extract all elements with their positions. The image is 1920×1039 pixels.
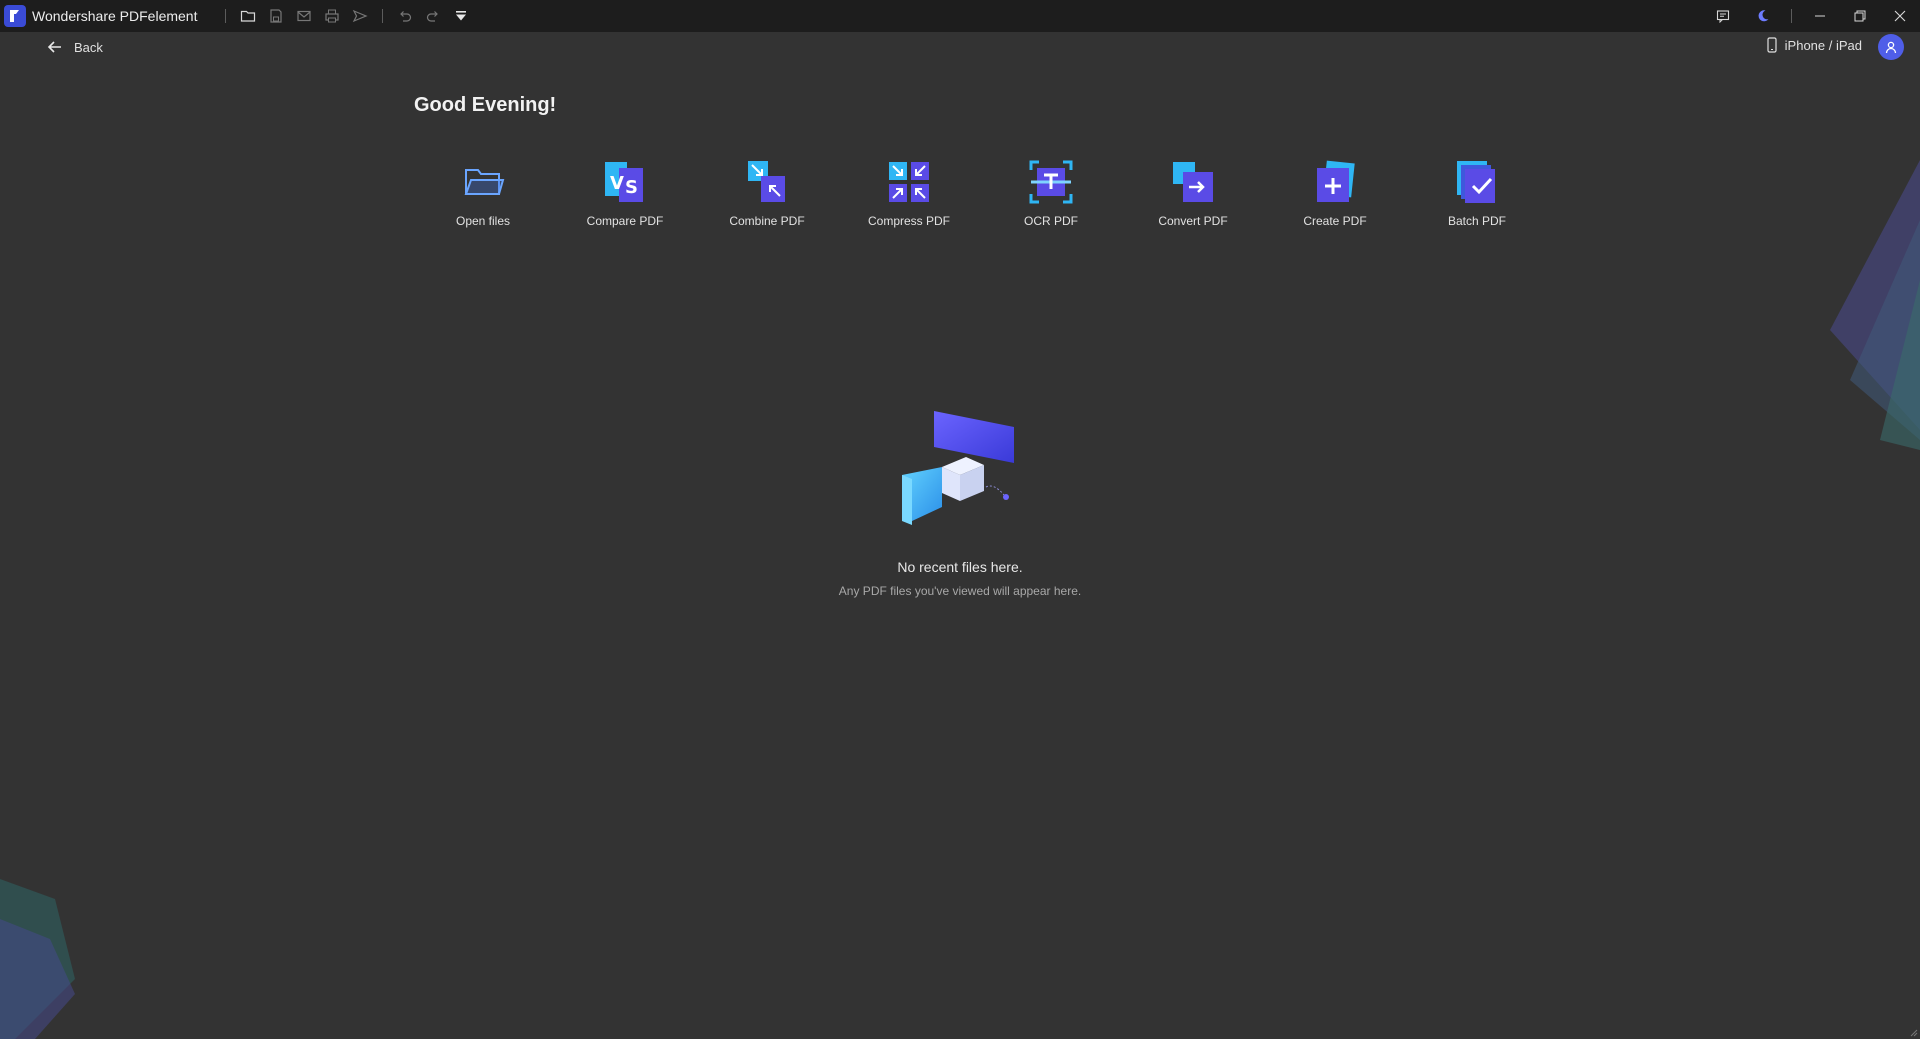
customize-toolbar-icon[interactable]: [447, 2, 475, 30]
tool-combine-pdf[interactable]: Combine PDF: [696, 158, 838, 228]
dark-mode-icon[interactable]: [1743, 0, 1783, 32]
greeting-heading: Good Evening!: [414, 94, 557, 116]
share-icon[interactable]: [346, 2, 374, 30]
restore-icon[interactable]: [1840, 0, 1880, 32]
phone-icon: [1767, 37, 1777, 53]
open-folder-icon: [464, 169, 505, 195]
undo-icon[interactable]: [391, 2, 419, 30]
back-label: Back: [74, 39, 103, 55]
feedback-icon[interactable]: [1703, 0, 1743, 32]
redo-icon[interactable]: [419, 2, 447, 30]
batch-icon: [1457, 161, 1495, 203]
open-folder-icon[interactable]: [234, 2, 262, 30]
tool-ocr-pdf[interactable]: OCR PDF: [980, 158, 1122, 228]
title-bar: Wondershare PDFelement: [0, 0, 1920, 32]
tool-label: Batch PDF: [1447, 214, 1507, 228]
user-avatar[interactable]: [1878, 34, 1904, 60]
compare-icon: V S: [605, 162, 643, 202]
app-logo-icon: [4, 5, 26, 27]
tool-label: Compare PDF: [586, 214, 664, 228]
tool-label: OCR PDF: [1024, 214, 1078, 228]
convert-icon: [1173, 162, 1213, 202]
quick-tools: Open files V S Compare PDF Combine PDF C…: [412, 158, 1548, 228]
decorative-shapes-left: [0, 879, 75, 1039]
decorative-shapes-right: [1830, 160, 1920, 450]
empty-files-illustration: [902, 411, 1014, 525]
empty-state-title: No recent files here.: [897, 559, 1023, 575]
tool-convert-pdf[interactable]: Convert PDF: [1122, 158, 1264, 228]
create-icon: [1317, 160, 1355, 202]
app-title: Wondershare PDFelement: [32, 8, 198, 24]
tool-create-pdf[interactable]: Create PDF: [1264, 158, 1406, 228]
arrow-left-icon: [47, 41, 61, 53]
tool-label: Create PDF: [1303, 214, 1367, 228]
back-button[interactable]: Back: [46, 38, 103, 56]
toolbar-divider: [225, 9, 227, 23]
tool-open-files[interactable]: Open files: [412, 158, 554, 228]
resize-grip-icon[interactable]: [1908, 1027, 1918, 1037]
tool-label: Convert PDF: [1158, 214, 1228, 228]
tool-compress-pdf[interactable]: Compress PDF: [838, 158, 980, 228]
combine-icon: [748, 161, 785, 202]
iphone-ipad-link[interactable]: iPhone / iPad: [1765, 37, 1862, 53]
tool-batch-pdf[interactable]: Batch PDF: [1406, 158, 1548, 228]
tool-label: Compress PDF: [867, 214, 950, 228]
tool-compare-pdf[interactable]: V S Compare PDF: [554, 158, 696, 228]
mail-icon[interactable]: [290, 2, 318, 30]
toolbar-divider: [382, 9, 384, 23]
device-label: iPhone / iPad: [1784, 37, 1862, 53]
ocr-icon: [1029, 160, 1073, 204]
save-icon[interactable]: [262, 2, 290, 30]
user-icon: [1885, 41, 1897, 54]
window-controls-divider: [1791, 9, 1792, 23]
tool-label: Combine PDF: [729, 214, 805, 228]
minimize-icon[interactable]: [1800, 0, 1840, 32]
empty-state-subtitle: Any PDF files you've viewed will appear …: [838, 584, 1082, 598]
tool-label: Open files: [455, 214, 511, 228]
svg-text:S: S: [625, 177, 638, 198]
svg-text:V: V: [610, 173, 624, 194]
print-icon[interactable]: [318, 2, 346, 30]
compress-icon: [889, 162, 929, 202]
close-icon[interactable]: [1880, 0, 1920, 32]
